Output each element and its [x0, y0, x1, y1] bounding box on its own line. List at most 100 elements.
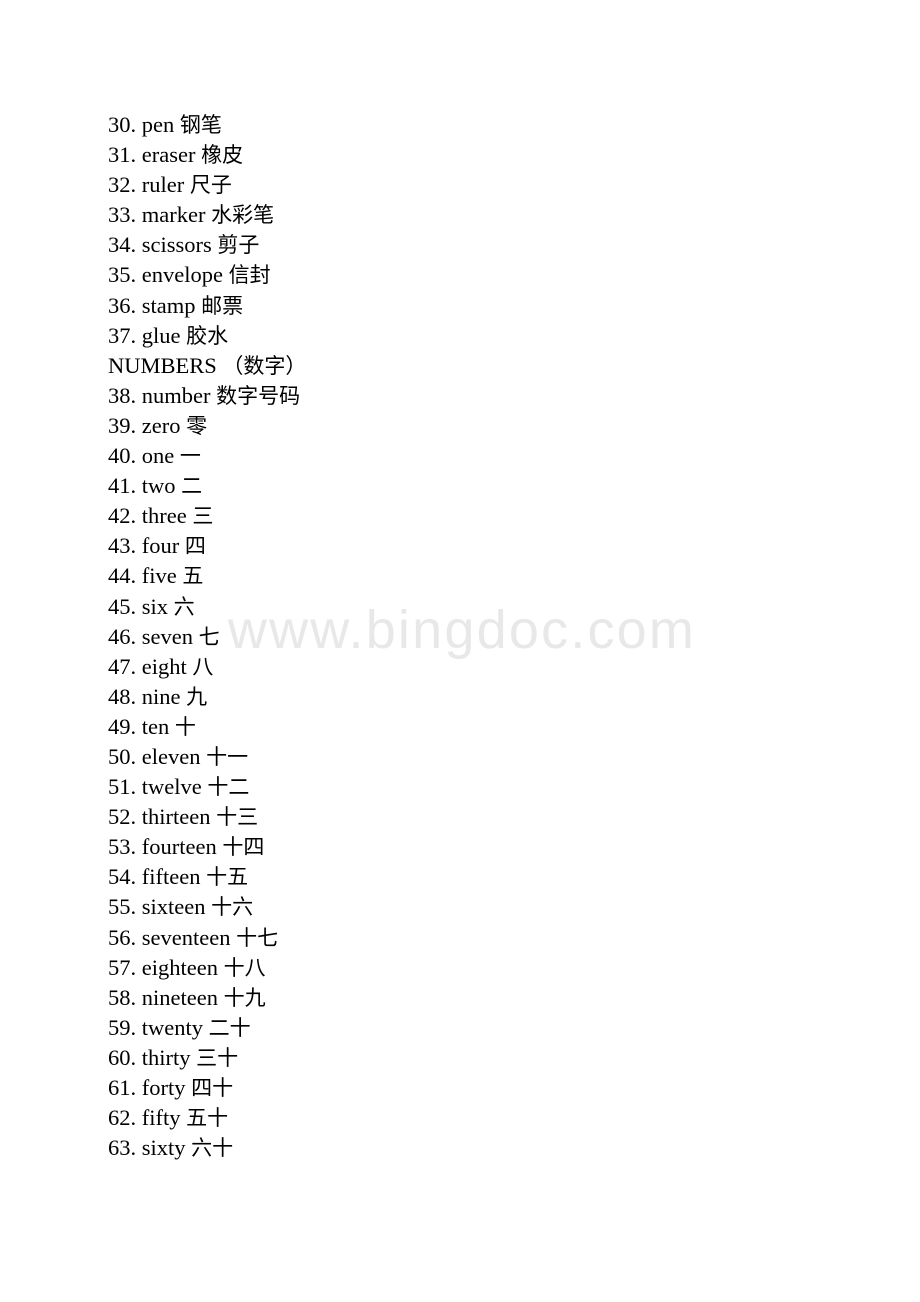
list-number: 62.: [108, 1105, 137, 1131]
list-number: 41.: [108, 473, 137, 499]
list-number: 60.: [108, 1044, 137, 1070]
term-english: pen: [141, 112, 175, 137]
list-number: 44.: [108, 563, 137, 589]
list-number: 46.: [108, 623, 137, 649]
term-english: six: [141, 593, 169, 619]
list-number: 56.: [108, 924, 137, 950]
term-chinese: 八: [192, 654, 214, 679]
term-english: eraser: [141, 142, 196, 168]
term-english: scissors: [141, 232, 212, 258]
term-chinese: 邮票: [201, 293, 244, 318]
document-body: 30. pen 钢笔 31. eraser 橡皮 32. ruler 尺子 33. m…: [108, 110, 868, 1163]
term-english: envelope: [141, 262, 223, 288]
vocabulary-line: 59. twenty 二十: [108, 1013, 868, 1043]
term-chinese: 十七: [236, 925, 279, 950]
term-chinese: 尺子: [189, 173, 232, 198]
vocabulary-line: 45. six 六: [108, 592, 868, 622]
list-number: 53.: [108, 834, 137, 860]
term-english: seventeen: [141, 924, 231, 950]
term-english: five: [141, 563, 177, 589]
vocabulary-line: 32. ruler 尺子: [108, 170, 868, 200]
term-chinese: 钢笔: [179, 113, 222, 137]
term-english: eighteen: [141, 954, 218, 980]
vocabulary-line: 60. thirty 三十: [108, 1043, 868, 1073]
term-english: glue: [141, 322, 181, 348]
term-chinese: 六: [173, 594, 195, 619]
term-chinese: 十二: [207, 775, 250, 800]
term-english: forty: [141, 1075, 186, 1100]
vocabulary-line: 62. fifty 五十: [108, 1103, 868, 1133]
list-number: 52.: [108, 804, 137, 830]
list-number: 36.: [108, 292, 137, 318]
term-chinese: 二: [181, 474, 203, 499]
vocabulary-line: 34. scissors 剪子: [108, 230, 868, 260]
term-english: sixteen: [141, 894, 206, 920]
term-chinese: 三十: [196, 1045, 239, 1070]
heading-english: NUMBERS: [108, 352, 217, 378]
term-english: fourteen: [141, 834, 217, 860]
term-chinese: 五: [182, 564, 204, 589]
term-english: thirteen: [141, 804, 211, 830]
vocabulary-line: 42. three 三: [108, 501, 868, 531]
term-english: marker: [141, 202, 206, 228]
term-chinese: 数字号码: [216, 383, 301, 408]
list-number: 39.: [108, 412, 137, 438]
term-chinese: 胶水: [186, 323, 229, 348]
term-chinese: 橡皮: [201, 143, 244, 168]
list-number: 54.: [108, 864, 137, 890]
vocabulary-line: 30. pen 钢笔: [108, 110, 868, 140]
vocabulary-line: 50. eleven 十一: [108, 742, 868, 772]
vocabulary-line: 51. twelve 十二: [108, 772, 868, 802]
vocabulary-line: 43. four 四: [108, 531, 868, 561]
list-number: 47.: [108, 653, 137, 679]
section-heading: NUMBERS （数字）: [108, 351, 868, 381]
term-english: thirty: [141, 1044, 191, 1070]
list-number: 42.: [108, 503, 137, 529]
vocabulary-line: 47. eight 八: [108, 652, 868, 682]
list-number: 37.: [108, 322, 137, 348]
list-number: 63.: [108, 1135, 137, 1161]
vocabulary-line: 56. seventeen 十七: [108, 923, 868, 953]
vocabulary-line: 41. two 二: [108, 471, 868, 501]
list-number: 48.: [108, 683, 137, 709]
list-number: 31.: [108, 142, 137, 168]
term-english: eleven: [141, 743, 201, 769]
list-number: 58.: [108, 984, 137, 1010]
list-number: 38.: [108, 382, 137, 408]
term-english: one: [141, 443, 175, 469]
list-number: 33.: [108, 202, 137, 228]
vocabulary-line: 39. zero 零: [108, 411, 868, 441]
term-chinese: 一: [179, 444, 201, 469]
vocabulary-line: 63. sixty 六十: [108, 1133, 868, 1163]
term-chinese: 剪子: [217, 233, 260, 258]
term-english: twenty: [141, 1014, 203, 1040]
vocabulary-line: 33. marker 水彩笔: [108, 200, 868, 230]
list-number: 61.: [108, 1075, 137, 1100]
term-chinese: 十五: [206, 865, 249, 890]
term-chinese: 十九: [223, 985, 266, 1010]
vocabulary-line: 37. glue 胶水: [108, 321, 868, 351]
term-english: fifty: [141, 1105, 181, 1131]
term-english: ten: [141, 713, 170, 739]
vocabulary-line: 53. fourteen 十四: [108, 832, 868, 862]
term-english: fifteen: [141, 864, 201, 890]
heading-chinese: （数字）: [222, 353, 307, 378]
term-english: two: [141, 473, 176, 499]
vocabulary-line: 55. sixteen 十六: [108, 892, 868, 922]
term-chinese: 十六: [211, 895, 254, 920]
list-number: 50.: [108, 743, 137, 769]
vocabulary-line: 38. number 数字号码: [108, 381, 868, 411]
list-number: 51.: [108, 774, 137, 800]
vocabulary-line: 40. one 一: [108, 441, 868, 471]
list-number: 32.: [108, 172, 137, 198]
list-number: 30.: [108, 112, 137, 137]
vocabulary-line: 44. five 五: [108, 561, 868, 591]
vocabulary-line: 31. eraser 橡皮: [108, 140, 868, 170]
term-chinese: 四十: [191, 1076, 234, 1100]
list-number: 57.: [108, 954, 137, 980]
vocabulary-line: 46. seven 七: [108, 622, 868, 652]
term-chinese: 十一: [206, 744, 249, 769]
term-english: nine: [141, 683, 181, 709]
list-number: 49.: [108, 713, 137, 739]
vocabulary-line: 36. stamp 邮票: [108, 291, 868, 321]
